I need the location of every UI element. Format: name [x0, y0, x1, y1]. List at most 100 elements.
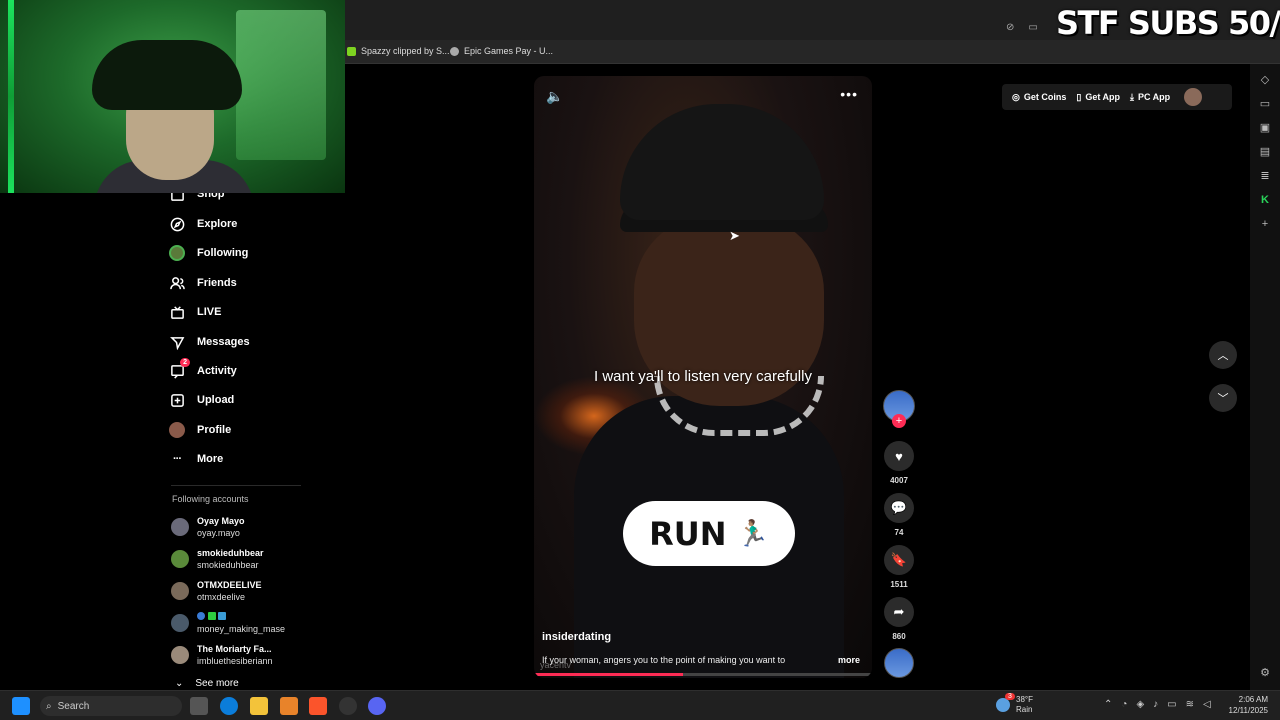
sidebar-item-more[interactable]: ··· More	[169, 451, 223, 467]
account-name: Oyay Mayo	[197, 516, 245, 526]
rewards-icon[interactable]: ▭	[1259, 98, 1271, 110]
display-icon[interactable]: ▭	[1167, 699, 1176, 710]
file-explorer-icon[interactable]	[250, 697, 268, 715]
app-tray-icon[interactable]: ◈	[1136, 699, 1144, 710]
video-caption-text: I want ya'll to listen very carefully	[594, 368, 812, 385]
following-account-item[interactable]: smokieduhbear smokieduhbear	[171, 547, 264, 571]
cast-icon[interactable]: ▭	[1028, 22, 1037, 33]
emoji-badge-icon	[218, 612, 227, 620]
heart-icon: ♥	[884, 441, 914, 471]
see-more-label: See more	[195, 678, 239, 689]
coin-icon: ◎	[1012, 91, 1020, 102]
windows-start-icon[interactable]	[12, 697, 30, 715]
emoji-badge-icon	[197, 612, 205, 620]
following-account-item[interactable]: Oyay Mayo oyay.mayo	[171, 515, 245, 539]
network-icon[interactable]: ◔	[1121, 699, 1127, 710]
comment-button[interactable]: 💬 74	[881, 493, 917, 537]
mic-icon[interactable]: ♪	[1153, 699, 1158, 710]
chevron-up-icon[interactable]: ⌃	[1104, 699, 1112, 710]
sidebar-item-label: Explore	[197, 218, 238, 230]
sidebar-item-messages[interactable]: Messages	[169, 334, 250, 350]
notification-badge: 2	[180, 358, 190, 367]
following-account-item[interactable]: OTMXDEELIVE otmxdeelive	[171, 579, 262, 603]
follow-plus-icon[interactable]: +	[892, 414, 906, 428]
volume-icon[interactable]: 🔈	[546, 88, 563, 105]
pc-app-label: PC App	[1137, 92, 1171, 102]
sidebar-item-label: Following	[197, 247, 249, 259]
sidebar-item-activity[interactable]: 2 Activity	[169, 358, 237, 379]
add-panel-icon[interactable]: +	[1259, 218, 1271, 230]
creator-username[interactable]: insiderdating	[542, 631, 611, 643]
app-icon[interactable]	[280, 697, 298, 715]
bookmarks-icon[interactable]: ▤	[1259, 146, 1271, 158]
pc-app-button[interactable]: ⤓ PC App	[1130, 92, 1170, 103]
account-handle: oyay.mayo	[197, 528, 240, 538]
leo-icon[interactable]: ◇	[1259, 74, 1271, 86]
more-options-icon[interactable]: •••	[840, 86, 858, 102]
description-more-link[interactable]: more	[838, 655, 860, 665]
previous-video-button[interactable]: ︿	[1209, 341, 1237, 369]
creator-avatar-button[interactable]: +	[881, 390, 917, 428]
weather-desc: Rain	[1016, 705, 1033, 714]
sidebar-item-live[interactable]: LIVE	[169, 304, 221, 320]
task-view-icon[interactable]	[190, 697, 208, 715]
avatar	[171, 550, 189, 568]
wallet-icon[interactable]: ▣	[1259, 122, 1271, 134]
save-button[interactable]: 🔖 1511	[881, 545, 917, 589]
following-account-item[interactable]: money_making_mase	[171, 611, 285, 635]
share-button[interactable]: ➦ 860	[881, 597, 917, 641]
account-handle: money_making_mase	[197, 624, 286, 634]
sidebar-item-upload[interactable]: Upload	[169, 392, 234, 408]
bookmark-spazzy[interactable]: Spazzy clipped by S...	[347, 46, 450, 56]
clock-date: 12/11/2025	[1228, 706, 1268, 715]
sidebar-item-friends[interactable]: Friends	[169, 275, 237, 291]
mouse-cursor-icon: ➤	[729, 228, 740, 243]
discord-icon[interactable]	[368, 697, 386, 715]
streamer-hair	[92, 40, 242, 110]
reading-list-icon[interactable]: ≣	[1259, 170, 1271, 182]
sidebar-item-following[interactable]: Following	[169, 245, 248, 261]
video-description: If your woman, angers you to the point o…	[542, 655, 786, 665]
mute-tab-icon[interactable]: ⊘	[1006, 22, 1014, 33]
sidebar-item-explore[interactable]: Explore	[169, 216, 237, 232]
settings-gear-icon[interactable]: ⚙	[1259, 667, 1271, 679]
subs-goal-overlay: STF SUBS 50/100	[1056, 4, 1280, 42]
video-progress-bar[interactable]	[534, 673, 872, 676]
get-app-label: Get App	[1085, 92, 1120, 102]
sticker-text: RUN	[649, 514, 727, 553]
bookmark-epic-games[interactable]: Epic Games Pay - U...	[450, 46, 553, 56]
wifi-icon[interactable]: ≋	[1186, 699, 1194, 710]
chevron-down-icon: ﹀	[1217, 393, 1229, 405]
streamer	[84, 40, 254, 193]
video-player[interactable]: 🔈 ••• I want ya'll to listen very carefu…	[534, 76, 872, 678]
brave-icon[interactable]	[309, 697, 327, 715]
music-disc-icon	[884, 648, 914, 678]
avatar	[171, 646, 189, 664]
download-icon: ⤓	[1130, 91, 1134, 102]
next-video-button[interactable]: ﹀	[1209, 384, 1237, 412]
live-tv-icon	[169, 304, 185, 320]
chevron-down-icon: ⌄	[175, 678, 184, 689]
see-more-button[interactable]: ⌄ See more	[175, 678, 239, 689]
avatar[interactable]	[1184, 88, 1203, 106]
search-icon: ⌕	[46, 700, 52, 712]
phone-icon: ▯	[1076, 91, 1082, 102]
screen: ⊘ ▭ Spazzy clipped by S... Epic Games Pa…	[0, 0, 1280, 720]
avatar	[171, 518, 189, 536]
share-arrow-icon: ➦	[884, 597, 914, 627]
edge-icon[interactable]	[220, 697, 238, 715]
get-coins-button[interactable]: ◎ Get Coins	[1012, 92, 1066, 103]
kick-icon[interactable]: K	[1259, 194, 1271, 206]
sound-disc-button[interactable]	[881, 648, 917, 678]
speaker-icon[interactable]: ◁	[1203, 699, 1211, 710]
video-frame-cap	[620, 104, 824, 220]
obs-icon[interactable]	[339, 697, 357, 715]
weather-widget[interactable]: 38°F Rain	[1016, 695, 1033, 715]
get-app-button[interactable]: ▯ Get App	[1076, 92, 1120, 103]
taskbar-search[interactable]: ⌕ Search	[40, 696, 182, 716]
weather-icon[interactable]	[996, 698, 1010, 712]
taskbar-clock[interactable]: 2:06 AM 12/11/2025	[1222, 694, 1268, 716]
sidebar-item-profile[interactable]: Profile	[169, 422, 231, 438]
like-button[interactable]: ♥ 4007	[881, 441, 917, 485]
following-account-item[interactable]: The Moriarty Fa... imbluethesiberiann	[171, 643, 273, 667]
